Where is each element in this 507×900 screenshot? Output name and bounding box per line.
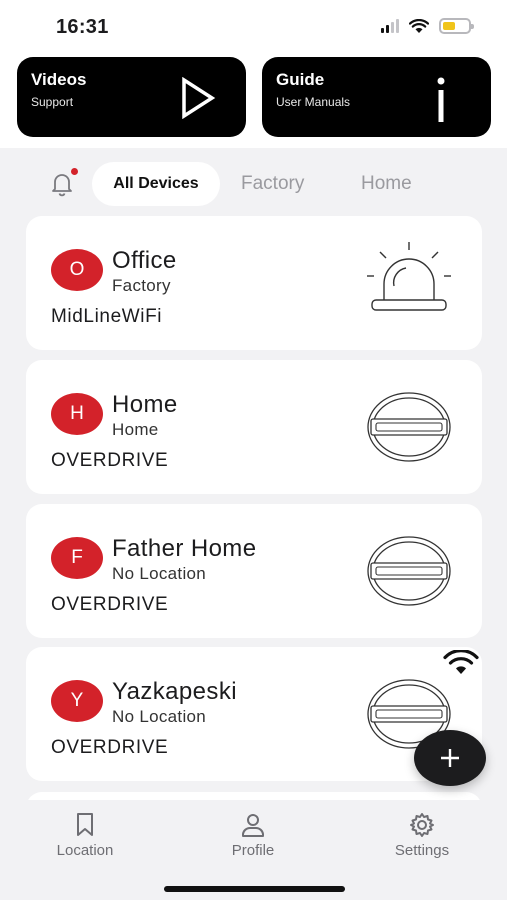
wifi-icon (409, 18, 429, 33)
status-bar: 16:31 (0, 0, 507, 52)
tab-home[interactable]: Home (361, 162, 412, 206)
siren-light-icon (367, 242, 451, 311)
guide-manuals-card[interactable]: Guide User Manuals (262, 57, 491, 137)
tab-all-devices[interactable]: All Devices (92, 162, 220, 206)
device-name: Father Home (112, 535, 257, 562)
home-indicator (164, 886, 345, 892)
device-name: Home (112, 391, 178, 418)
status-time: 16:31 (56, 16, 109, 38)
device-avatar: H (51, 393, 103, 435)
info-icon (437, 77, 445, 122)
device-type: MidLineWiFi (51, 306, 163, 327)
status-icons (381, 18, 474, 34)
tab-settings-label: Settings (394, 842, 450, 859)
person-icon (242, 814, 264, 837)
tab-location-label: Location (56, 842, 114, 859)
battery-icon (439, 18, 474, 34)
device-card-father-home[interactable]: F Father Home No Location OVERDRIVE (26, 504, 482, 638)
device-avatar: Y (51, 680, 103, 722)
bottom-tab-bar: Location Profile Settings (0, 800, 507, 900)
device-location: No Location (112, 707, 207, 726)
device-location: Factory (112, 276, 171, 295)
device-location: No Location (112, 564, 207, 583)
tab-profile[interactable]: Profile (193, 812, 313, 859)
tab-factory[interactable]: Factory (241, 162, 304, 206)
device-type: OVERDRIVE (51, 594, 169, 615)
device-avatar: O (51, 249, 103, 291)
device-location: Home (112, 420, 159, 439)
bookmark-icon (77, 813, 93, 836)
device-card-office[interactable]: O Office Factory MidLineWiFi (26, 216, 482, 350)
tab-location[interactable]: Location (25, 812, 145, 859)
tab-profile-label: Profile (231, 842, 275, 859)
plus-icon (441, 749, 459, 767)
overdrive-device-icon (367, 536, 451, 606)
add-device-button[interactable] (414, 730, 486, 786)
device-type: OVERDRIVE (51, 737, 169, 758)
notification-dot (71, 168, 78, 175)
videos-support-card[interactable]: Videos Support (17, 57, 246, 137)
device-avatar: F (51, 537, 103, 579)
gear-icon (410, 813, 434, 837)
overdrive-device-icon (367, 392, 451, 462)
wifi-connected-icon (443, 650, 479, 674)
play-icon (182, 77, 216, 119)
filter-row: All Devices Factory Home (0, 162, 507, 208)
device-name: Office (112, 247, 177, 274)
device-name: Yazkapeski (112, 678, 237, 705)
cellular-signal-icon (381, 19, 399, 33)
tab-settings[interactable]: Settings (362, 812, 482, 859)
device-card-home[interactable]: H Home Home OVERDRIVE (26, 360, 482, 494)
device-type: OVERDRIVE (51, 450, 169, 471)
